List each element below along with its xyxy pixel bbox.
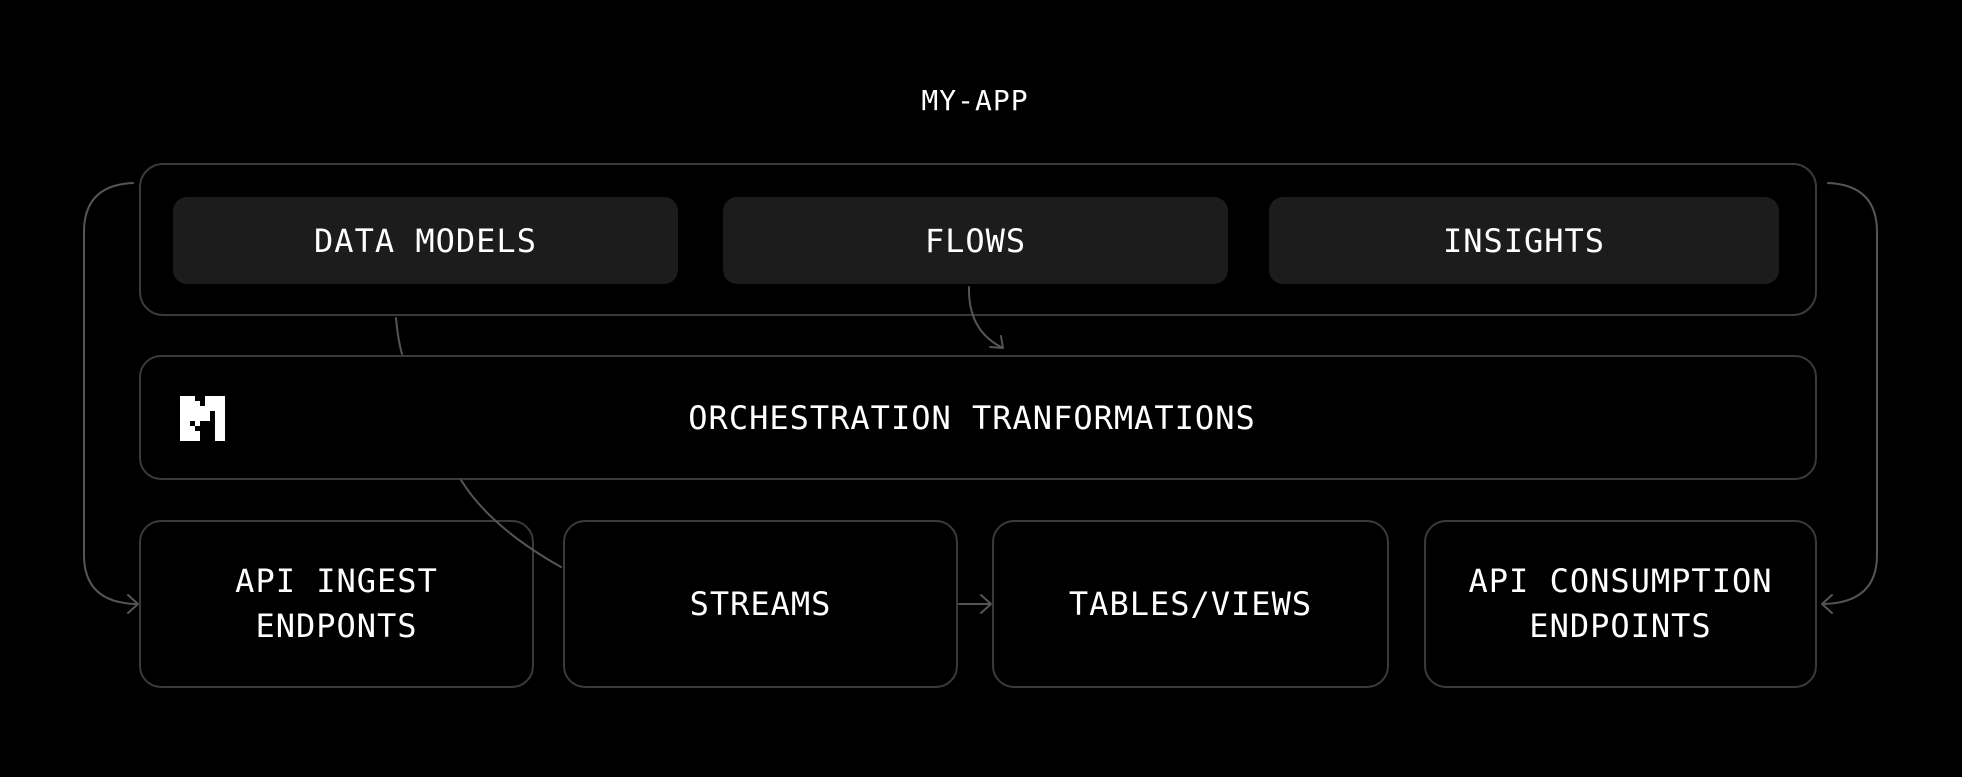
tables-views-label: TABLES/VIEWS: [1068, 584, 1313, 623]
right-loop-connector: [1822, 182, 1878, 605]
api-ingest-label-line2: ENDPONTS: [255, 607, 418, 645]
streams-label: STREAMS: [689, 584, 832, 623]
flows-arrowhead: [989, 335, 1004, 349]
left-loop-connector: [83, 182, 138, 605]
insights-label: INSIGHTS: [1442, 221, 1606, 260]
right-loop-arrowhead: [1821, 594, 1833, 614]
api-consumption-label-line1: API CONSUMPTION: [1468, 562, 1773, 600]
orchestration-layer-box: ORCHESTRATION TRANFORMATIONS: [139, 355, 1817, 480]
flows-label: FLOWS: [924, 221, 1027, 260]
api-ingest-endpoints-box: API INGEST ENDPONTS: [139, 520, 534, 688]
flows-box: FLOWS: [723, 197, 1228, 284]
diagram-title: MY-APP: [921, 84, 1029, 117]
data-models-label: DATA MODELS: [314, 221, 537, 260]
m-block-logo-icon: [180, 396, 225, 441]
orchestration-label: ORCHESTRATION TRANFORMATIONS: [688, 398, 1256, 437]
streams-to-tables-arrowhead: [980, 594, 992, 614]
data-models-connector-top: [395, 317, 403, 355]
left-loop-arrowhead: [127, 594, 139, 614]
insights-box: INSIGHTS: [1269, 197, 1779, 284]
api-consumption-label-line2: ENDPOINTS: [1529, 607, 1712, 645]
data-models-box: DATA MODELS: [173, 197, 678, 284]
api-ingest-label-line1: API INGEST: [235, 562, 438, 600]
streams-box: STREAMS: [563, 520, 958, 688]
tables-views-box: TABLES/VIEWS: [992, 520, 1389, 688]
api-consumption-endpoints-box: API CONSUMPTION ENDPOINTS: [1424, 520, 1817, 688]
